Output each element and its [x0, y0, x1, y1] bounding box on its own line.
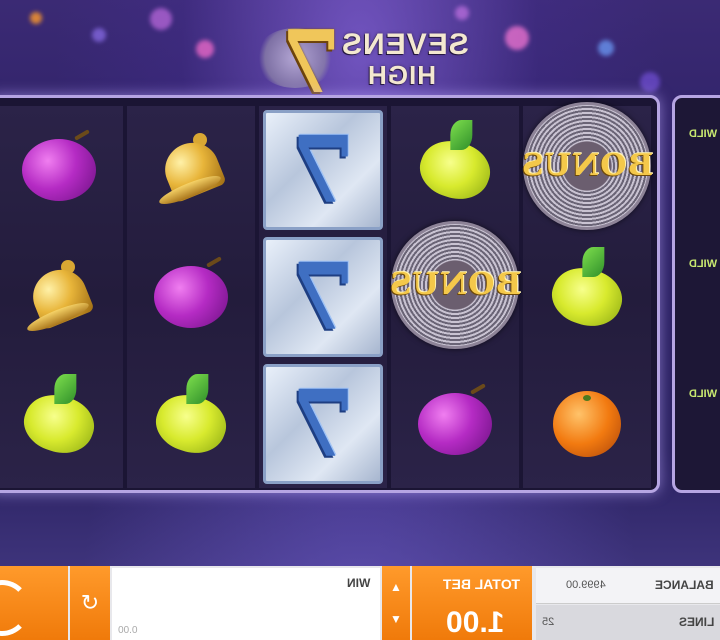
reel-cell: BONUS: [520, 101, 654, 230]
plum-symbol: [154, 265, 228, 328]
orange-symbol: [553, 390, 621, 457]
leaf-icon: [582, 246, 605, 277]
reels-frame: 7 7 7 BONUS BONUS: [0, 95, 660, 493]
autoplay-button[interactable]: ↻: [70, 566, 110, 640]
reel-cell: 7: [259, 106, 387, 233]
lemon-symbol: [148, 373, 234, 462]
leaf-icon: [54, 373, 77, 404]
reel-3: 7 7 7: [259, 106, 387, 488]
lemon-symbol: [544, 246, 630, 335]
seven-symbol: 7: [263, 109, 383, 230]
logo-title-line2: HIGH: [367, 60, 436, 90]
seven-symbol-text: 7: [290, 115, 355, 224]
refresh-icon: ↻: [80, 590, 100, 615]
lines-panel: LINES 25: [536, 605, 720, 640]
spin-button[interactable]: [0, 566, 68, 640]
side-wild-label: WILD: [688, 128, 718, 140]
reel-cell: [127, 106, 255, 233]
game-logo: 7 SEVENS HIGH: [255, 12, 475, 113]
reel-1: [0, 106, 123, 488]
bokeh-light: [150, 8, 172, 30]
bonus-symbol: BONUS: [520, 101, 654, 230]
reel-4: BONUS: [388, 106, 522, 488]
bet-adjust: ▲ ▼: [382, 566, 410, 640]
reel-cell: [0, 233, 123, 360]
reel-2: [127, 106, 255, 488]
reel-cell: 7: [259, 233, 387, 360]
bet-up-icon[interactable]: ▲: [390, 580, 402, 594]
bet-down-icon[interactable]: ▼: [390, 612, 402, 626]
side-wild-label: WILD: [688, 258, 718, 270]
bokeh-light: [30, 12, 42, 24]
spin-ring-icon: [0, 580, 30, 636]
plum-symbol: [418, 392, 492, 455]
lemon-symbol: [16, 373, 102, 462]
reel-cell: [127, 360, 255, 487]
reel-cell: [523, 360, 651, 487]
bokeh-light: [92, 28, 106, 42]
win-panel: WIN 0.00: [112, 568, 380, 640]
logo-title-line1: SEVENS: [341, 28, 469, 61]
seven-symbol-text: 7: [290, 242, 355, 351]
bonus-symbol-text: BONUS: [520, 148, 654, 183]
lines-value: 25: [542, 616, 555, 628]
win-label: WIN: [346, 576, 370, 590]
total-bet-panel[interactable]: TOTAL BET 1.00: [412, 566, 532, 640]
lines-label: LINES: [678, 615, 714, 629]
reel-cell: [391, 360, 519, 487]
seven-symbol-text: 7: [290, 369, 355, 478]
game-stage: 7 SEVENS HIGH 7 7 7 BONUS BONUS WILD WILD …: [0, 0, 720, 640]
bokeh-light: [640, 72, 660, 92]
reel-cell: [391, 106, 519, 233]
reel-cell: [0, 360, 123, 487]
reel-cell: [523, 233, 651, 360]
total-bet-label: TOTAL BET: [443, 576, 520, 592]
reel-cell: [127, 233, 255, 360]
reel-cell: 7: [259, 360, 387, 487]
side-reel: WILD WILD WILD: [672, 95, 720, 493]
total-bet-value: 1.00: [445, 606, 504, 639]
win-value: 0.00: [118, 625, 138, 636]
bonus-symbol-text: BONUS: [388, 267, 522, 302]
bell-symbol: [23, 259, 95, 336]
leaf-icon: [186, 373, 209, 404]
leaf-icon: [450, 119, 473, 150]
side-wild-label: WILD: [688, 388, 718, 400]
plum-symbol: [22, 138, 96, 201]
bokeh-light: [598, 40, 614, 56]
bokeh-light: [505, 26, 529, 50]
seven-symbol: 7: [263, 363, 383, 484]
balance-value: 4999.00: [566, 579, 606, 591]
seven-symbol: 7: [263, 236, 383, 357]
bonus-symbol: BONUS: [388, 220, 522, 349]
bokeh-light: [196, 40, 214, 58]
reel-cell: BONUS: [388, 220, 522, 349]
lemon-symbol: [412, 119, 498, 208]
reel-5: BONUS: [521, 101, 653, 488]
balance-panel: BALANCE 4999.00: [536, 568, 720, 604]
balance-label: BALANCE: [655, 578, 714, 592]
reel-cell: [0, 106, 123, 233]
bell-symbol: [155, 132, 227, 209]
